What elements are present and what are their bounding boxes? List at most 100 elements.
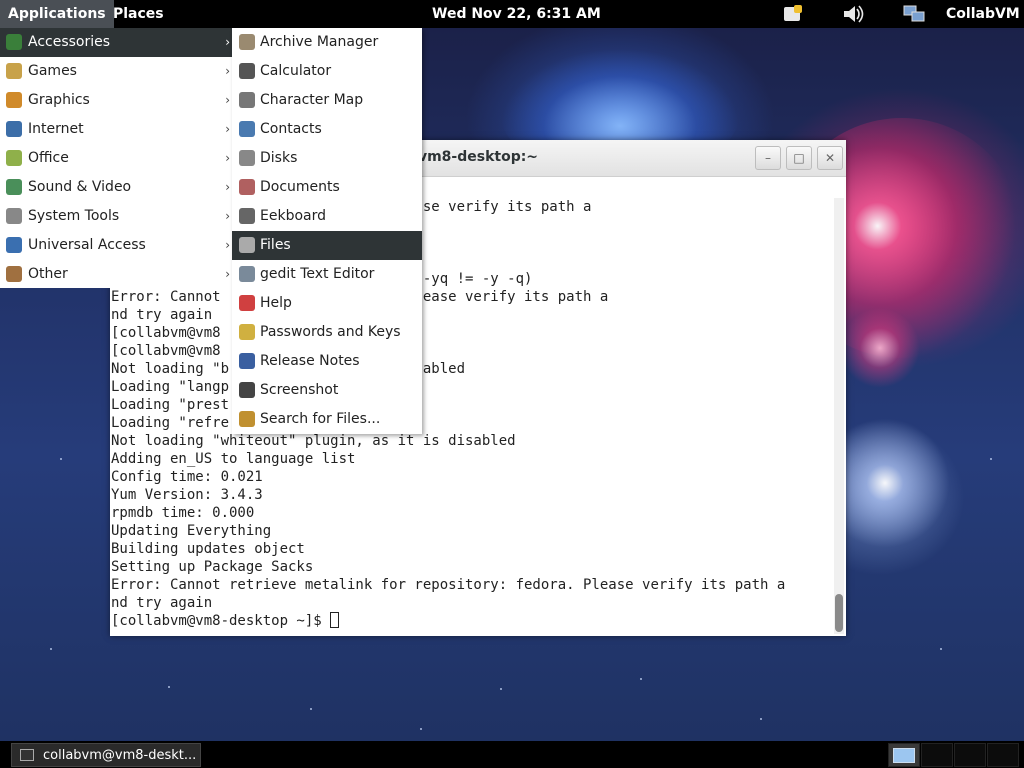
universal-access-icon: [6, 237, 22, 253]
character-map-icon: [239, 92, 255, 108]
menu-category-universal-access[interactable]: Universal Access ›: [0, 231, 232, 260]
workspace-1[interactable]: [888, 743, 920, 767]
menu-item-contacts[interactable]: Contacts: [232, 115, 422, 144]
menu-item-character-map[interactable]: Character Map: [232, 86, 422, 115]
prompt-text: [collabvm@vm8-desktop ~]$: [111, 613, 331, 629]
menu-item-passwords-and-keys[interactable]: Passwords and Keys: [232, 318, 422, 347]
terminal-line: Loading "refre: [111, 415, 230, 431]
menu-item-label: Contacts: [260, 121, 322, 137]
menu-category-games[interactable]: Games ›: [0, 57, 232, 86]
terminal-line: Config time: 0.021: [111, 469, 263, 485]
help-icon: [239, 295, 255, 311]
menu-category-label: Accessories: [28, 34, 111, 50]
network-icon[interactable]: [903, 4, 925, 24]
notification-icon[interactable]: [782, 4, 804, 24]
menu-item-label: Archive Manager: [260, 34, 379, 50]
menu-category-system-tools[interactable]: System Tools ›: [0, 202, 232, 231]
terminal-line: nd try again: [111, 595, 213, 611]
system-tools-icon: [6, 208, 22, 224]
taskbar-window-button[interactable]: collabvm@vm8-deskt...: [11, 743, 201, 767]
workspace-4[interactable]: [987, 743, 1019, 767]
menu-item-eekboard[interactable]: Eekboard: [232, 202, 422, 231]
documents-icon: [239, 179, 255, 195]
chevron-right-icon: ›: [225, 122, 230, 136]
menu-category-other[interactable]: Other ›: [0, 260, 232, 289]
accessories-submenu: Archive Manager Calculator Character Map Co…: [232, 28, 422, 434]
terminal-scrollbar-thumb[interactable]: [835, 594, 843, 632]
terminal-line: rpmdb time: 0.000: [111, 505, 255, 521]
menu-item-label: Release Notes: [260, 353, 360, 369]
terminal-line: Error: Cannot retrieve metalink for repo…: [111, 577, 786, 593]
menu-category-label: Internet: [28, 121, 84, 137]
files-icon: [239, 237, 255, 253]
taskbar-window-label: collabvm@vm8-deskt...: [43, 748, 197, 763]
menu-category-label: Universal Access: [28, 237, 146, 253]
sound-video-icon: [6, 179, 22, 195]
terminal-line: Setting up Package Sacks: [111, 559, 314, 575]
screenshot-icon: [239, 382, 255, 398]
contacts-icon: [239, 121, 255, 137]
menu-item-search-for-files[interactable]: Search for Files...: [232, 405, 422, 434]
eekboard-icon: [239, 208, 255, 224]
chevron-right-icon: ›: [225, 35, 230, 49]
terminal-line: Yum Version: 3.4.3: [111, 487, 263, 503]
menu-category-office[interactable]: Office ›: [0, 144, 232, 173]
menu-category-internet[interactable]: Internet ›: [0, 115, 232, 144]
menu-item-label: Search for Files...: [260, 411, 381, 427]
menu-item-label: Documents: [260, 179, 340, 195]
bottom-panel: collabvm@vm8-deskt...: [0, 741, 1024, 768]
menu-item-label: Help: [260, 295, 292, 311]
terminal-line: Building updates object: [111, 541, 305, 557]
menu-category-accessories[interactable]: Accessories ›: [0, 28, 232, 57]
chevron-right-icon: ›: [225, 180, 230, 194]
menu-item-calculator[interactable]: Calculator: [232, 57, 422, 86]
menu-item-label: Passwords and Keys: [260, 324, 401, 340]
menu-item-disks[interactable]: Disks: [232, 144, 422, 173]
chevron-right-icon: ›: [225, 238, 230, 252]
workspace-3[interactable]: [954, 743, 986, 767]
top-panel: Applications Places Wed Nov 22, 6:31 AM …: [0, 0, 1024, 28]
menu-item-documents[interactable]: Documents: [232, 173, 422, 202]
menu-item-label: Character Map: [260, 92, 364, 108]
menu-item-archive-manager[interactable]: Archive Manager: [232, 28, 422, 57]
archive-manager-icon: [239, 34, 255, 50]
menu-item-help[interactable]: Help: [232, 289, 422, 318]
disks-icon: [239, 150, 255, 166]
minimize-button[interactable]: –: [755, 146, 781, 170]
volume-icon[interactable]: [842, 4, 864, 24]
maximize-button[interactable]: □: [786, 146, 812, 170]
menu-category-label: Sound & Video: [28, 179, 132, 195]
office-icon: [6, 150, 22, 166]
menu-category-graphics[interactable]: Graphics ›: [0, 86, 232, 115]
calculator-icon: [239, 63, 255, 79]
menu-category-sound-video[interactable]: Sound & Video ›: [0, 173, 232, 202]
menu-item-label: gedit Text Editor: [260, 266, 375, 282]
menu-item-release-notes[interactable]: Release Notes: [232, 347, 422, 376]
menu-item-files[interactable]: Files: [232, 231, 422, 260]
places-menu-button[interactable]: Places: [105, 0, 172, 28]
applications-menu-button[interactable]: Applications: [0, 0, 114, 28]
terminal-line: Loading "langp: [111, 379, 230, 395]
graphics-icon: [6, 92, 22, 108]
terminal-line: Not loading "whiteout" plugin, as it is …: [111, 433, 516, 449]
firework-pink-small: [840, 308, 920, 388]
menu-item-label: Files: [260, 237, 291, 253]
menu-item-screenshot[interactable]: Screenshot: [232, 376, 422, 405]
clock[interactable]: Wed Nov 22, 6:31 AM: [424, 0, 609, 28]
release-notes-icon: [239, 353, 255, 369]
menu-item-label: Calculator: [260, 63, 332, 79]
chevron-right-icon: ›: [225, 93, 230, 107]
terminal-prompt[interactable]: [collabvm@vm8-desktop ~]$: [111, 612, 340, 630]
menu-category-label: Other: [28, 266, 68, 282]
workspace-2[interactable]: [921, 743, 953, 767]
menu-category-label: Games: [28, 63, 77, 79]
terminal-icon: [20, 749, 34, 761]
menu-item-gedit-text-editor[interactable]: gedit Text Editor: [232, 260, 422, 289]
chevron-right-icon: ›: [225, 209, 230, 223]
terminal-line: Adding en_US to language list: [111, 451, 356, 467]
close-button[interactable]: ✕: [817, 146, 843, 170]
user-menu[interactable]: CollabVM: [938, 0, 1024, 28]
terminal-scrollbar[interactable]: [834, 198, 844, 634]
chevron-right-icon: ›: [225, 64, 230, 78]
menu-item-label: Eekboard: [260, 208, 326, 224]
